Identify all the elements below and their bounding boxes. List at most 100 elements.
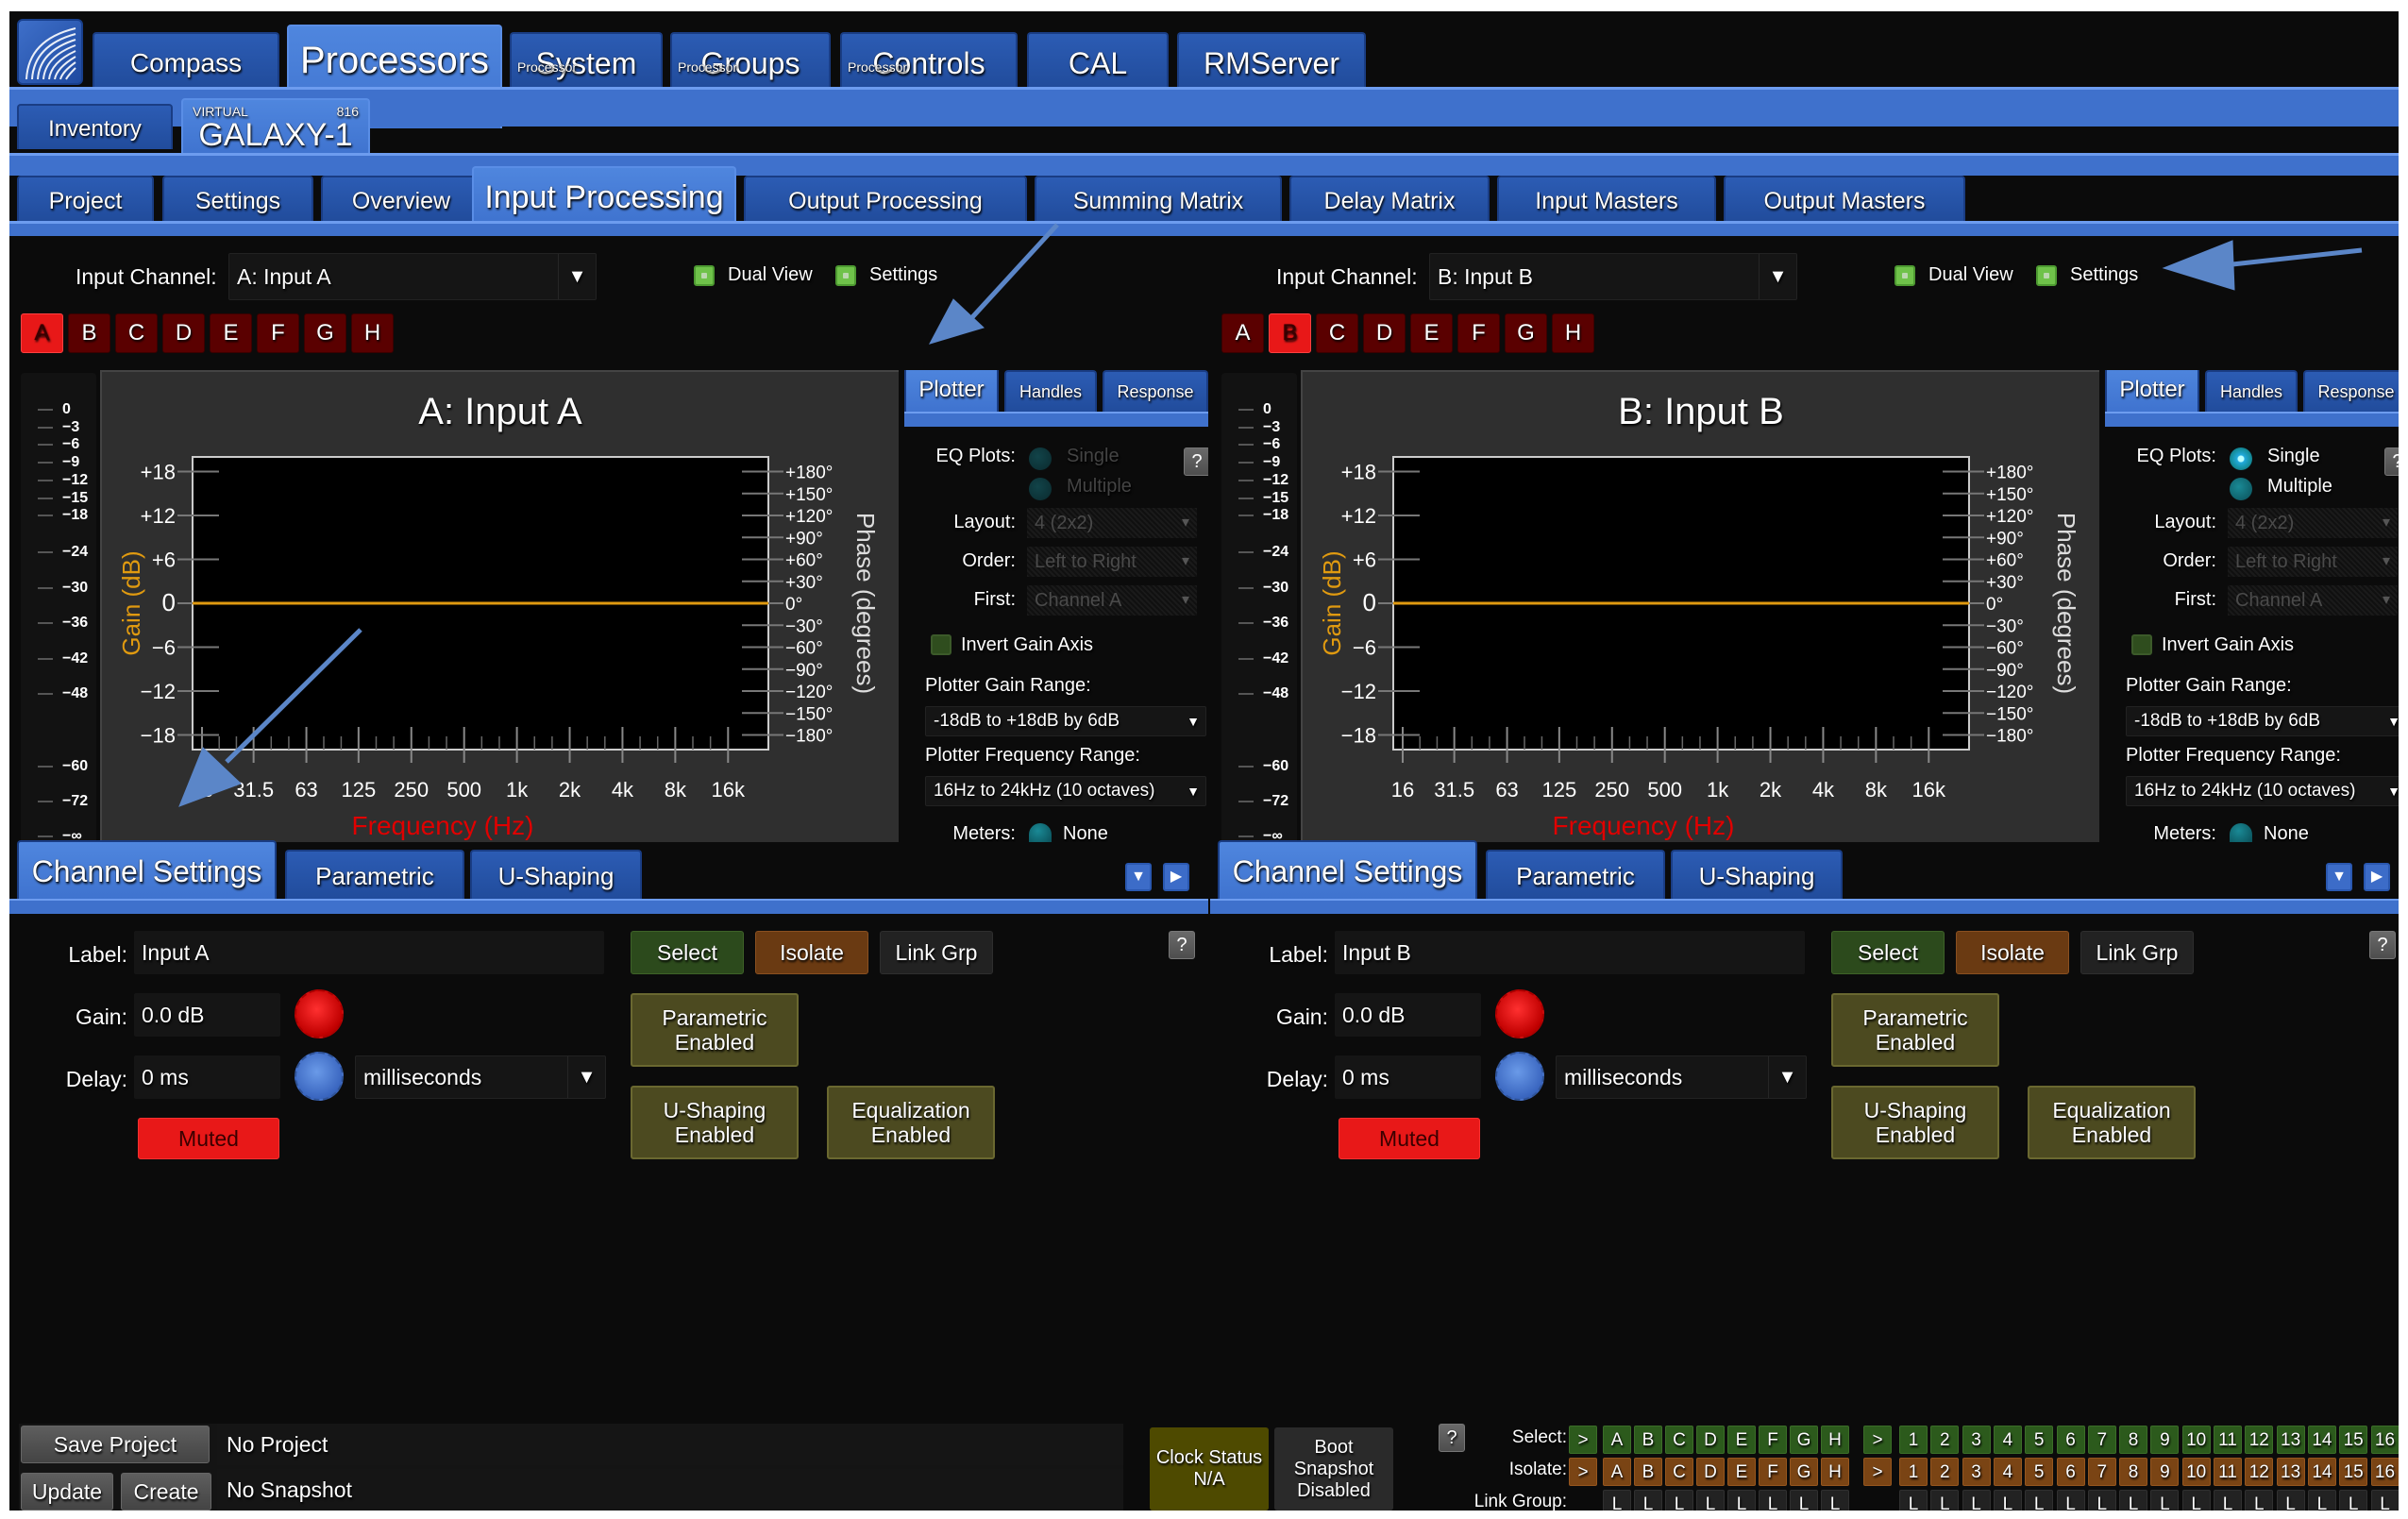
link-group-button-g[interactable]: L	[1790, 1490, 1818, 1511]
channel-button-d[interactable]: D	[162, 313, 205, 353]
help-button[interactable]: ?	[2369, 931, 2396, 959]
link-group-button-f[interactable]: L	[1759, 1490, 1787, 1511]
select-button-7[interactable]: 7	[2087, 1426, 2116, 1454]
isolate-all-letters-button[interactable]: >	[1569, 1458, 1597, 1486]
ushaping-enabled-button[interactable]: U-Shaping Enabled	[631, 1086, 799, 1159]
radio-meters-none[interactable]	[1029, 823, 1052, 842]
save-project-button[interactable]: Save Project	[21, 1426, 210, 1463]
dual-view-checkbox[interactable]: Dual View	[1894, 264, 2013, 286]
isolate-button-9[interactable]: 9	[2150, 1458, 2180, 1486]
isolate-button-1[interactable]: 1	[1899, 1458, 1928, 1486]
link-group-button-9[interactable]: L	[2150, 1490, 2180, 1511]
tab-plotter[interactable]: Plotter	[2105, 370, 2199, 412]
isolate-button-3[interactable]: 3	[1962, 1458, 1991, 1486]
select-button-3[interactable]: 3	[1962, 1426, 1991, 1454]
isolate-button-c[interactable]: C	[1665, 1458, 1693, 1486]
equalization-enabled-button[interactable]: Equalization Enabled	[827, 1086, 995, 1159]
tab-inventory[interactable]: Inventory	[17, 104, 173, 149]
collapse-button[interactable]: ▼	[1125, 863, 1152, 891]
link-group-button-10[interactable]: L	[2181, 1490, 2211, 1511]
link-group-button-d[interactable]: L	[1696, 1490, 1725, 1511]
select-button-13[interactable]: 13	[2276, 1426, 2305, 1454]
tab-u-shaping[interactable]: U-Shaping	[470, 850, 642, 899]
select-button-f[interactable]: F	[1759, 1426, 1787, 1454]
channel-button-f[interactable]: F	[257, 313, 299, 353]
isolate-button-14[interactable]: 14	[2307, 1458, 2336, 1486]
isolate-button-7[interactable]: 7	[2087, 1458, 2116, 1486]
isolate-button-15[interactable]: 15	[2339, 1458, 2368, 1486]
tab-handles[interactable]: Handles	[1004, 370, 1097, 412]
link-group-button[interactable]: Link Grp	[880, 931, 993, 974]
channel-button-g[interactable]: G	[1505, 313, 1547, 353]
channel-button-h[interactable]: H	[1552, 313, 1594, 353]
gain-knob[interactable]	[1495, 989, 1544, 1038]
tab-system[interactable]: Processor System	[510, 32, 663, 87]
select-button-b[interactable]: B	[1634, 1426, 1662, 1454]
select-button-a[interactable]: A	[1603, 1426, 1631, 1454]
isolate-button-a[interactable]: A	[1603, 1458, 1631, 1486]
tab-project[interactable]: Project	[17, 176, 154, 221]
tab-output-masters[interactable]: Output Masters	[1724, 176, 1965, 221]
channel-button-e[interactable]: E	[1410, 313, 1453, 353]
delay-knob[interactable]	[295, 1052, 344, 1101]
ushaping-enabled-button[interactable]: U-Shaping Enabled	[1831, 1086, 1999, 1159]
channel-button-f[interactable]: F	[1457, 313, 1500, 353]
select-button-e[interactable]: E	[1727, 1426, 1756, 1454]
isolate-button-12[interactable]: 12	[2245, 1458, 2274, 1486]
collapse-button[interactable]: ▼	[2326, 863, 2352, 891]
radio-multiple[interactable]	[1029, 478, 1052, 500]
isolate-button-10[interactable]: 10	[2181, 1458, 2211, 1486]
expand-button[interactable]: ▶	[2364, 863, 2390, 891]
tab-cal[interactable]: CAL	[1027, 32, 1169, 87]
tab-input-masters[interactable]: Input Masters	[1497, 176, 1716, 221]
select-button-g[interactable]: G	[1790, 1426, 1818, 1454]
isolate-button-16[interactable]: 16	[2370, 1458, 2399, 1486]
label-input[interactable]: Input A	[134, 931, 604, 974]
link-group-button-15[interactable]: L	[2339, 1490, 2368, 1511]
freq-range-select[interactable]: 16Hz to 24kHz (10 octaves)	[2126, 776, 2399, 806]
select-button-6[interactable]: 6	[2056, 1426, 2085, 1454]
delay-knob[interactable]	[1495, 1052, 1544, 1101]
radio-meters-none[interactable]	[2230, 823, 2252, 842]
tab-settings[interactable]: Settings	[162, 176, 313, 221]
link-group-button-5[interactable]: L	[2025, 1490, 2054, 1511]
link-group-button-12[interactable]: L	[2245, 1490, 2274, 1511]
isolate-button-2[interactable]: 2	[1930, 1458, 1960, 1486]
invert-gain-checkbox[interactable]	[931, 634, 951, 655]
muted-button[interactable]: Muted	[1339, 1118, 1480, 1159]
channel-button-b[interactable]: B	[68, 313, 110, 353]
settings-checkbox[interactable]: Settings	[835, 264, 937, 286]
help-button[interactable]: ?	[1184, 447, 1208, 476]
link-group-button-7[interactable]: L	[2087, 1490, 2116, 1511]
tab-groups[interactable]: Processor Groups	[670, 32, 831, 87]
link-group-button-6[interactable]: L	[2056, 1490, 2085, 1511]
link-group-button-b[interactable]: L	[1634, 1490, 1662, 1511]
channel-button-e[interactable]: E	[210, 313, 252, 353]
muted-button[interactable]: Muted	[138, 1118, 279, 1159]
tab-device-galaxy[interactable]: VIRTUAL 816 GALAXY-1	[181, 98, 370, 155]
select-button-c[interactable]: C	[1665, 1426, 1693, 1454]
select-button-9[interactable]: 9	[2150, 1426, 2180, 1454]
tab-compass[interactable]: Compass	[93, 32, 279, 87]
gain-input[interactable]: 0.0 dB	[134, 993, 280, 1037]
channel-button-g[interactable]: G	[304, 313, 346, 353]
channel-button-d[interactable]: D	[1363, 313, 1406, 353]
tab-input-processing[interactable]: Input Processing	[472, 166, 736, 223]
tab-parametric[interactable]: Parametric	[285, 850, 464, 899]
create-snapshot-button[interactable]: Create	[121, 1473, 211, 1511]
link-group-button-2[interactable]: L	[1930, 1490, 1960, 1511]
expand-button[interactable]: ▶	[1163, 863, 1189, 891]
freq-range-select[interactable]: 16Hz to 24kHz (10 octaves)	[925, 776, 1206, 806]
tab-output-processing[interactable]: Output Processing	[744, 176, 1027, 221]
tab-delay-matrix[interactable]: Delay Matrix	[1289, 176, 1490, 221]
tab-plotter[interactable]: Plotter	[904, 370, 999, 412]
select-button-8[interactable]: 8	[2119, 1426, 2148, 1454]
settings-checkbox[interactable]: Settings	[2036, 264, 2138, 286]
channel-button-a[interactable]: A	[21, 313, 63, 353]
isolate-button-4[interactable]: 4	[1993, 1458, 2022, 1486]
link-group-button-3[interactable]: L	[1962, 1490, 1991, 1511]
isolate-all-numbers-button[interactable]: >	[1863, 1458, 1892, 1486]
help-button[interactable]: ?	[1439, 1424, 1465, 1452]
isolate-button-h[interactable]: H	[1821, 1458, 1849, 1486]
label-input[interactable]: Input B	[1335, 931, 1805, 974]
